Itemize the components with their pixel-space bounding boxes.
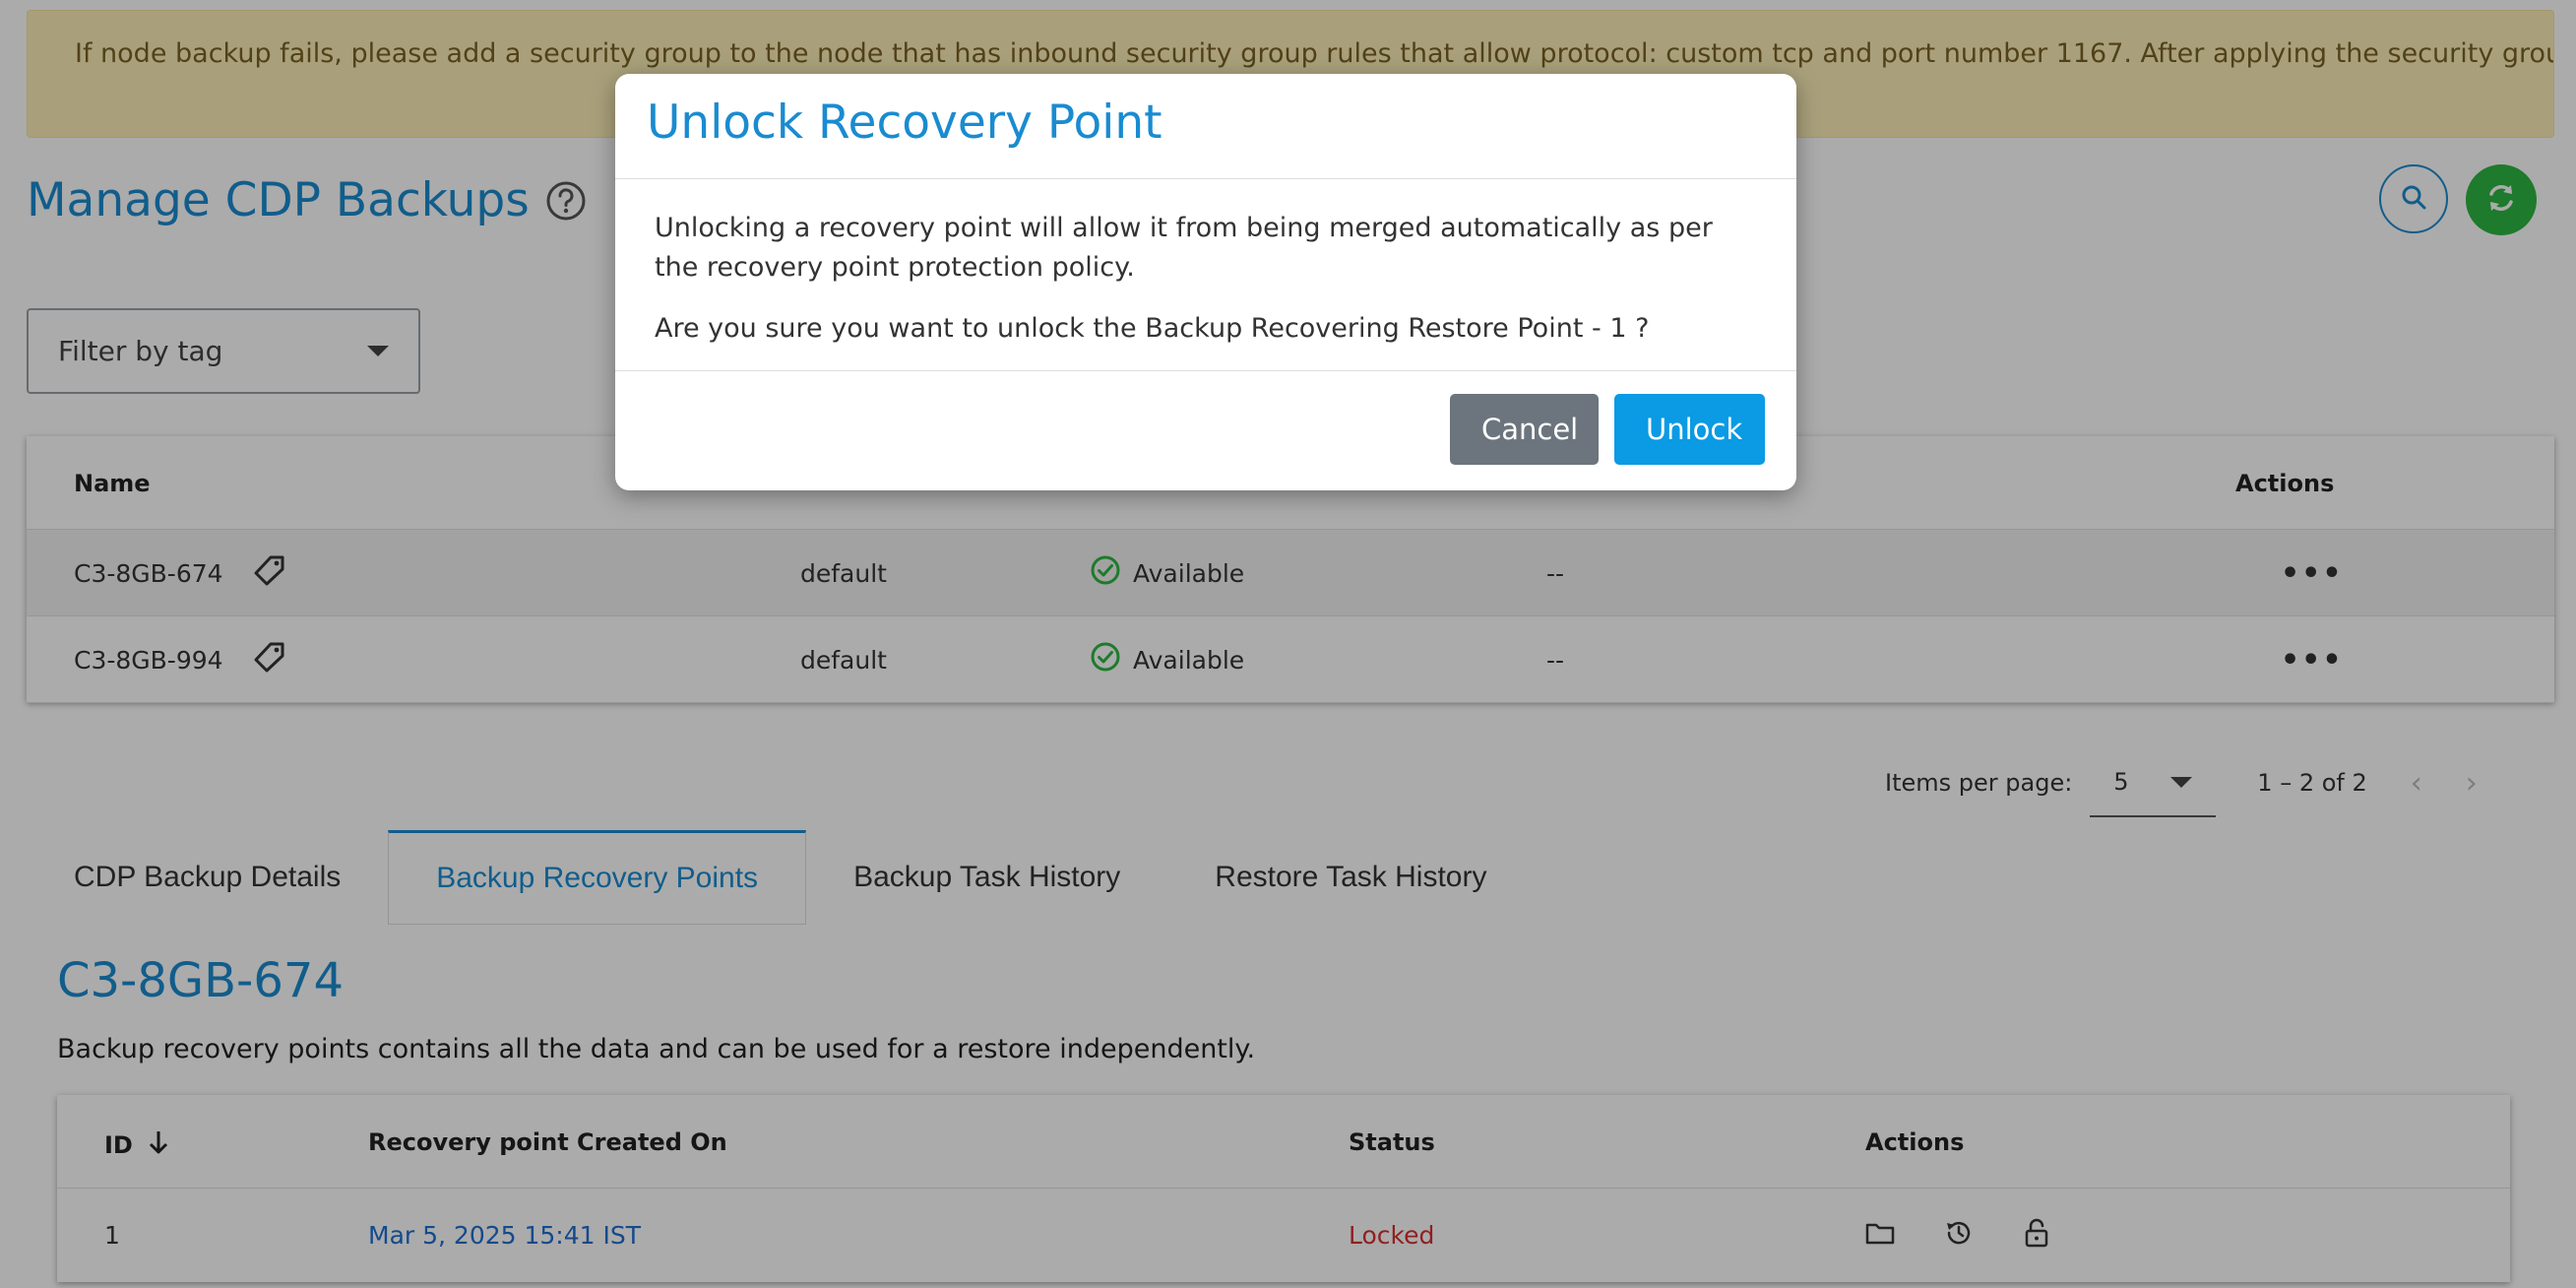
dialog-header: Unlock Recovery Point (615, 74, 1796, 179)
dialog-body: Unlocking a recovery point will allow it… (615, 179, 1796, 371)
unlock-button[interactable]: Unlock (1614, 394, 1765, 465)
cancel-button[interactable]: Cancel (1450, 394, 1599, 465)
dialog-footer: Cancel Unlock (615, 371, 1796, 487)
dialog-confirmation-question: Are you sure you want to unlock the Back… (655, 313, 1650, 344)
dialog-message: Unlocking a recovery point will allow it… (655, 213, 1713, 283)
unlock-recovery-point-dialog: Unlock Recovery Point Unlocking a recove… (615, 74, 1796, 490)
dialog-title: Unlock Recovery Point (647, 96, 1162, 150)
